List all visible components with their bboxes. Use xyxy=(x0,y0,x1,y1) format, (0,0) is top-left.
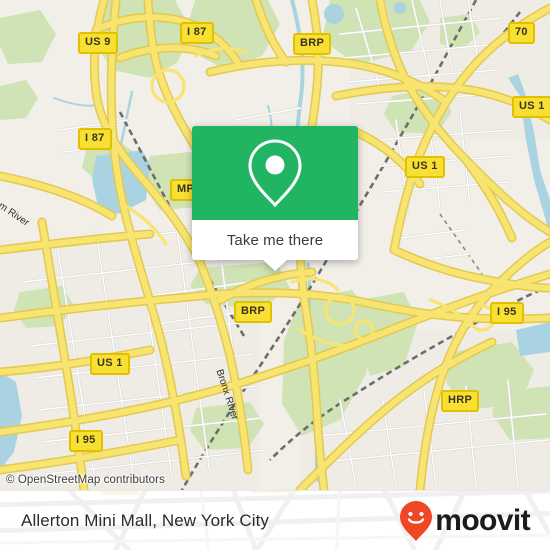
location-popup-card[interactable]: Take me there xyxy=(192,126,358,271)
road-shield: US 1 xyxy=(405,156,445,178)
map-pin-icon xyxy=(248,139,302,208)
take-me-there-button[interactable]: Take me there xyxy=(192,220,358,260)
popup-image-area xyxy=(192,126,358,220)
moovit-smile-pin-icon xyxy=(400,501,433,541)
place-title: Allerton Mini Mall, New York City xyxy=(21,511,269,530)
moovit-wordmark: moovit xyxy=(435,504,530,537)
road-shield: 70 xyxy=(508,22,535,44)
take-me-there-label: Take me there xyxy=(226,231,324,249)
road-shield: I 95 xyxy=(69,430,103,452)
road-shield: US 9 xyxy=(78,32,118,54)
popup-pointer-tail xyxy=(262,259,288,271)
footer-bar: Allerton Mini Mall, New York City moovit xyxy=(0,490,550,550)
road-shield: US 1 xyxy=(512,96,550,118)
moovit-logo[interactable]: moovit xyxy=(399,491,531,550)
road-shield: I 95 xyxy=(490,302,524,324)
road-shield: BRP xyxy=(293,33,332,55)
road-shield: I 87 xyxy=(78,128,112,150)
map-screenshot: US 9 I 87 BRP 70 US 1 I 87 US 1 MP BRP I… xyxy=(0,0,550,550)
road-shield: HRP xyxy=(441,390,480,412)
map-canvas[interactable]: US 9 I 87 BRP 70 US 1 I 87 US 1 MP BRP I… xyxy=(0,0,550,490)
road-shield: US 1 xyxy=(90,353,130,375)
road-shield: BRP xyxy=(234,301,273,323)
road-shield: I 87 xyxy=(180,22,214,44)
osm-attribution[interactable]: © OpenStreetMap contributors xyxy=(0,470,165,490)
